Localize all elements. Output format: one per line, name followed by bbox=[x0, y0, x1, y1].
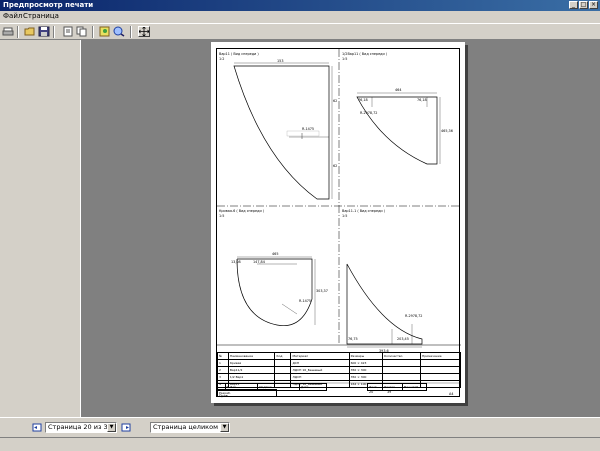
next-page-icon[interactable] bbox=[120, 422, 132, 433]
spec-header: № bbox=[217, 352, 229, 360]
view-2-scale: 1:5 bbox=[342, 57, 348, 61]
dim-label: 76,18 bbox=[417, 98, 427, 102]
page-selector-value: Страница 20 из 39 bbox=[48, 423, 112, 431]
table-cell: 3 bbox=[217, 373, 229, 381]
table-cell bbox=[274, 359, 292, 367]
table-cell: 2 bbox=[217, 366, 229, 374]
table-cell bbox=[419, 359, 462, 367]
view-1-title: Вар11 ( Вид спереди ) bbox=[219, 52, 259, 56]
close-button[interactable]: × bbox=[589, 1, 598, 9]
view-4-title: Вар11-1 ( Вид спереди ) bbox=[342, 209, 386, 213]
view-2-title: 1/2Вар11 ( Вид спереди ) bbox=[342, 52, 388, 56]
preview-area[interactable]: Вар11 ( Вид спереди ) 1:2 1/2Вар11 ( Вид… bbox=[81, 40, 600, 417]
table-cell: 350 × 300 bbox=[348, 366, 383, 374]
menu-page[interactable]: Страница bbox=[23, 12, 59, 21]
sheet-count: 39 bbox=[387, 390, 392, 394]
table-cell bbox=[274, 366, 292, 374]
view-4-scale: 1:5 bbox=[342, 214, 348, 218]
window-title: Предпросмотр печати bbox=[3, 1, 94, 9]
maximize-button[interactable]: □ bbox=[579, 1, 588, 9]
open-icon[interactable] bbox=[24, 26, 36, 37]
zoom-out-icon[interactable] bbox=[113, 26, 125, 37]
prev-page-icon[interactable] bbox=[32, 422, 44, 433]
table-cell: 600 × 423 bbox=[348, 359, 383, 367]
dim-label: 465,36 bbox=[441, 129, 453, 133]
navigation-bar: Страница 20 из 39 ▼ Страница целиком ▼ bbox=[0, 417, 600, 438]
table-cell: ДСП bbox=[290, 359, 350, 367]
menu-file[interactable]: Файл bbox=[3, 12, 22, 21]
view-3-title: Кривая-6 ( Вид спереди ) bbox=[219, 209, 265, 213]
table-cell bbox=[274, 373, 292, 381]
table-row: 3 1/2 Вар1 ЛДСП 350 × 300 bbox=[217, 373, 462, 381]
copy-icon[interactable] bbox=[76, 26, 88, 37]
table-cell: 350 × 300 bbox=[348, 373, 383, 381]
spec-header: Наименование bbox=[227, 352, 276, 360]
table-cell bbox=[381, 373, 421, 381]
table-cell: Вар11/2 bbox=[227, 366, 276, 374]
table-cell bbox=[419, 366, 462, 374]
title-bar: Предпросмотр печати _ □ × bbox=[0, 0, 600, 11]
view-3-scale: 1:5 bbox=[219, 214, 225, 218]
dim-label: 465 bbox=[272, 252, 279, 256]
dim-label: 303,37 bbox=[316, 289, 328, 293]
table-cell: Дата bbox=[298, 383, 328, 391]
spec-header: Код bbox=[274, 352, 292, 360]
dim-label: 147,84 bbox=[253, 260, 265, 264]
page-thumbnails-panel[interactable] bbox=[0, 40, 81, 417]
zoom-selector-value: Страница целиком bbox=[153, 423, 218, 431]
chevron-down-icon[interactable]: ▼ bbox=[107, 423, 116, 432]
spec-header: Примечание bbox=[419, 352, 462, 360]
spec-header: Количество bbox=[381, 352, 421, 360]
sheet-info-table: Лист Листов Масштаб bbox=[367, 383, 428, 391]
table-cell bbox=[381, 359, 421, 367]
dim-label: 153 bbox=[277, 59, 284, 63]
table-cell bbox=[381, 366, 421, 374]
view-1-scale: 1:2 bbox=[219, 57, 225, 61]
drawing-sheet: Вар11 ( Вид спереди ) 1:2 1/2Вар11 ( Вид… bbox=[216, 48, 462, 398]
table-row: 1 Кривая ДСП 600 × 423 bbox=[217, 359, 462, 367]
stamp-row-label: Пров. bbox=[219, 394, 229, 398]
move-icon[interactable] bbox=[138, 26, 150, 37]
minimize-button[interactable]: _ bbox=[569, 1, 578, 9]
table-cell: Кривая bbox=[227, 359, 276, 367]
print-icon[interactable] bbox=[2, 26, 14, 37]
page-selector[interactable]: Страница 20 из 39 ▼ bbox=[45, 422, 117, 433]
zoom-in-icon[interactable] bbox=[99, 26, 111, 37]
menu-bar: Файл Страница bbox=[0, 11, 600, 23]
table-cell: 1/2 Вар1 bbox=[227, 373, 276, 381]
status-bar bbox=[0, 437, 600, 451]
save-icon[interactable] bbox=[38, 26, 50, 37]
toolbar bbox=[0, 23, 600, 40]
dim-label: 13,08 bbox=[231, 260, 241, 264]
print-page: Вар11 ( Вид спереди ) 1:2 1/2Вар11 ( Вид… bbox=[211, 42, 465, 403]
dim-label: 62 bbox=[333, 164, 338, 168]
spec-header: Материал bbox=[290, 352, 350, 360]
table-cell bbox=[419, 373, 462, 381]
spec-header: Размеры bbox=[348, 352, 383, 360]
dim-label: 464 bbox=[395, 88, 402, 92]
dim-label: 76,75 bbox=[348, 337, 358, 341]
table-row: 2 Вар11/2 ЛДСП 16_Бешевый 350 × 300 bbox=[217, 366, 462, 374]
table-cell: Масштаб bbox=[401, 383, 428, 391]
zoom-selector[interactable]: Страница целиком ▼ bbox=[150, 422, 230, 433]
chevron-down-icon[interactable]: ▼ bbox=[220, 423, 229, 432]
dim-label: R-1475 bbox=[299, 299, 312, 303]
table-row: Лист Листов Масштаб bbox=[367, 383, 428, 391]
table-cell: ЛДСП 16_Бешевый bbox=[290, 366, 350, 374]
dim-label: R-1475 bbox=[302, 127, 315, 131]
dim-label: 76,18 bbox=[358, 98, 368, 102]
table-cell: 1 bbox=[217, 359, 229, 367]
spec-header-row: № Наименование Код Материал Размеры Коли… bbox=[217, 352, 462, 360]
dim-label: R-2978,72 bbox=[360, 111, 378, 115]
dim-label: 62 bbox=[333, 99, 338, 103]
table-cell: Листов bbox=[381, 383, 403, 391]
dim-label: 203,45 bbox=[397, 337, 409, 341]
dim-label: R-2978,72 bbox=[405, 314, 423, 318]
table-cell: ЛДСП bbox=[290, 373, 350, 381]
format-label: А4 bbox=[449, 392, 454, 396]
sheet-number: 20 bbox=[369, 390, 374, 394]
page-setup-icon[interactable] bbox=[62, 26, 74, 37]
